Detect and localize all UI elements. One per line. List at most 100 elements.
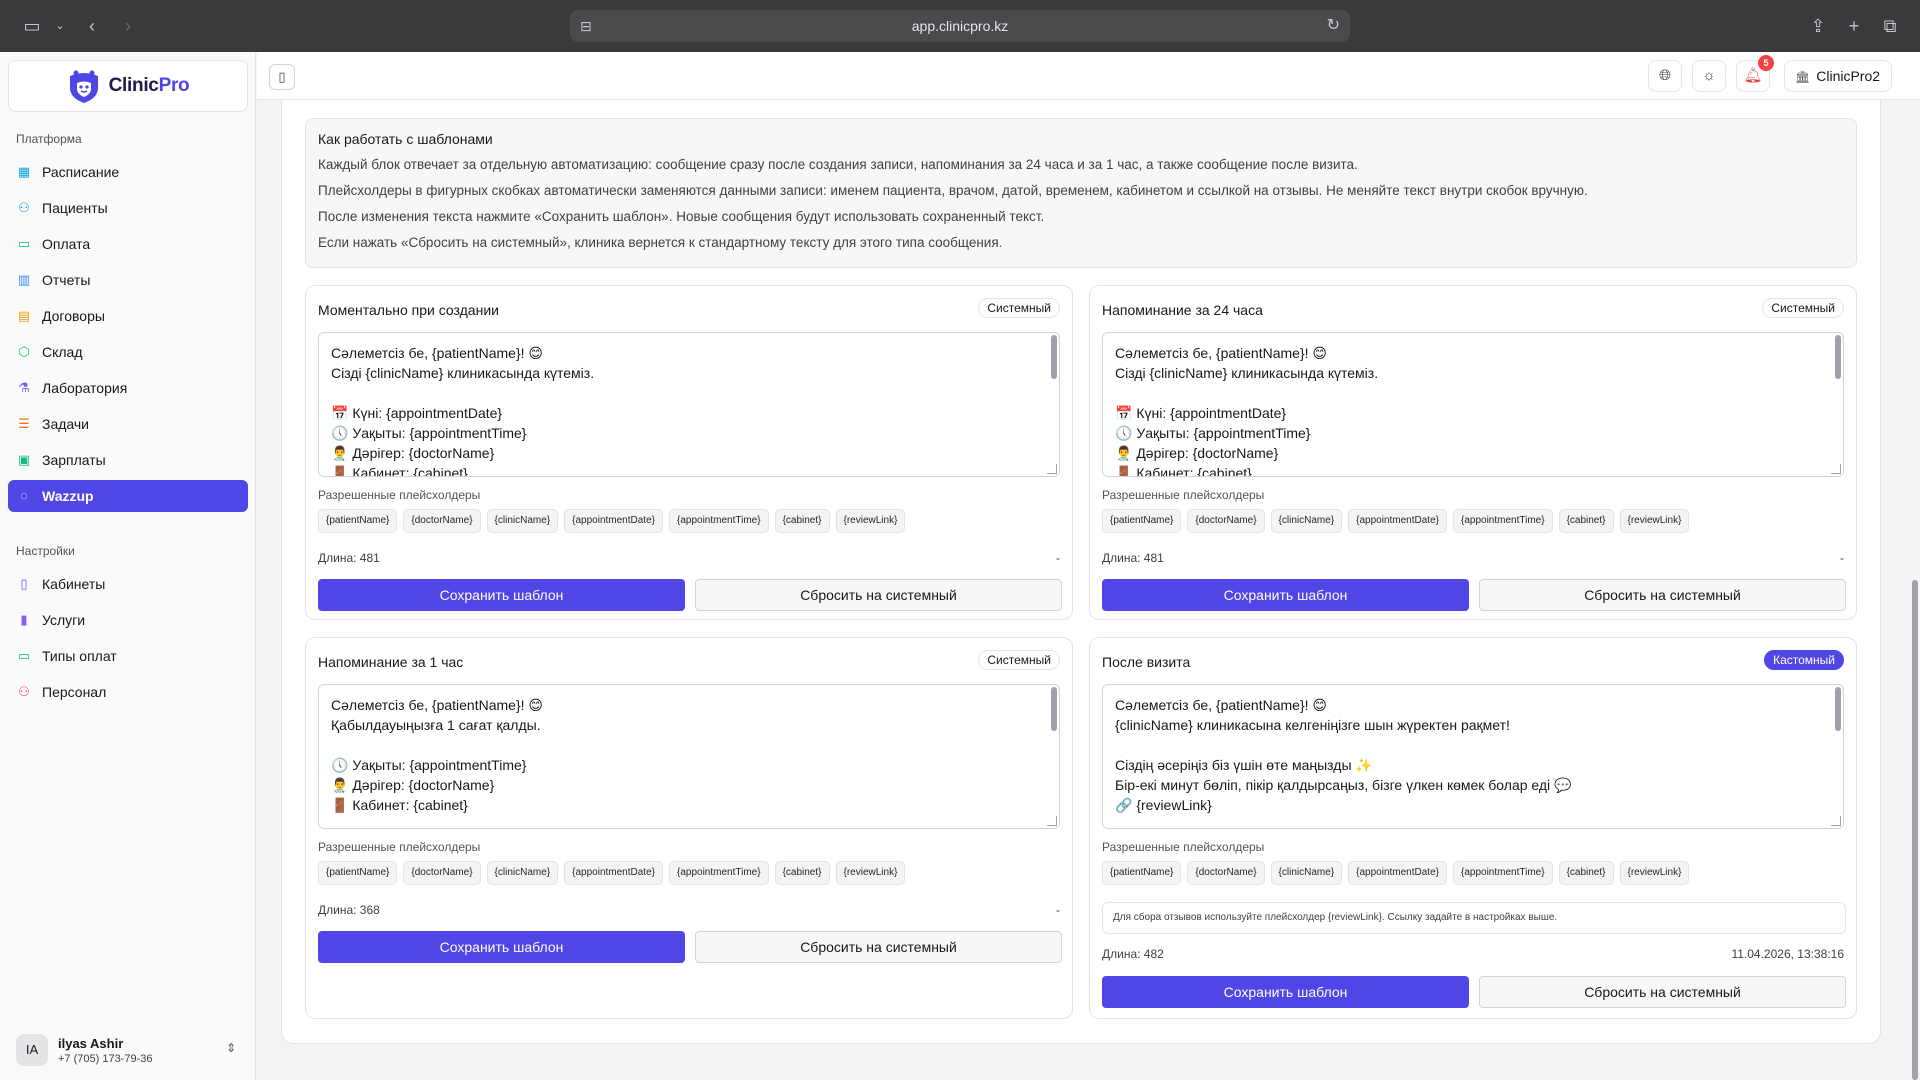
textarea-scrollbar[interactable] [1835, 687, 1841, 731]
textarea-scrollbar[interactable] [1835, 335, 1841, 379]
sun-icon: ☼ [1702, 67, 1716, 84]
template-length: Длина: 481 [1102, 551, 1164, 565]
textarea-scrollbar[interactable] [1051, 687, 1057, 731]
placeholder-chip[interactable]: {appointmentTime} [1452, 861, 1553, 885]
textarea-scrollbar[interactable] [1051, 335, 1057, 379]
resize-handle[interactable] [1047, 816, 1057, 826]
sidebar-item-map[interactable]: ▯ Кабинеты [8, 568, 248, 600]
page-scrollbar[interactable] [1912, 580, 1918, 1080]
placeholder-chip[interactable]: {cabinet} [1558, 861, 1614, 885]
help-line: Если нажать «Сбросить на системный», кли… [318, 235, 1003, 250]
placeholder-chip[interactable]: {patientName} [318, 861, 398, 885]
template-textarea[interactable]: Сәлеметсіз бе, {patientName}! 😊 Сізді {c… [318, 332, 1060, 477]
staff-icon: ⚇ [18, 684, 30, 699]
sidebar-collapse-button[interactable]: ▯ [269, 64, 295, 90]
sidebar-item-document[interactable]: ▤ Договоры [8, 300, 248, 332]
placeholder-chip[interactable]: {cabinet} [1558, 509, 1614, 533]
map-icon: ▯ [20, 576, 28, 591]
new-tab-icon[interactable]: + [1842, 14, 1866, 38]
placeholder-chip[interactable]: {clinicName} [1270, 509, 1343, 533]
placeholder-chip[interactable]: {appointmentDate} [564, 509, 663, 533]
user-menu[interactable]: IA ilyas Ashir +7 (705) 173-79-36 ⇕ [8, 1027, 248, 1073]
template-text: Сәлеметсіз бе, {patientName}! 😊 Қабылдау… [331, 697, 544, 813]
placeholder-chip[interactable]: {doctorName} [1187, 861, 1265, 885]
status-badge: Системный [1762, 298, 1844, 318]
placeholder-chip[interactable]: {appointmentTime} [668, 509, 769, 533]
resize-handle[interactable] [1831, 464, 1841, 474]
sidebar-item-label: Расписание [42, 164, 120, 180]
reload-icon[interactable]: ↻ [1327, 10, 1340, 42]
placeholder-chip[interactable]: {appointmentTime} [1452, 509, 1553, 533]
placeholder-chip[interactable]: {patientName} [1102, 509, 1182, 533]
sidebar-toggle-icon[interactable]: ▭ [20, 14, 44, 38]
sidebar-item-bar-chart[interactable]: ▥ Отчеты [8, 264, 248, 296]
template-title: Напоминание за 24 часа [1102, 302, 1263, 318]
box-icon: ⬡ [18, 344, 30, 359]
sidebar-item-whatsapp[interactable]: ◌ Wazzup [8, 480, 248, 512]
forward-icon[interactable]: › [116, 14, 140, 38]
placeholder-chip[interactable]: {reviewLink} [1619, 509, 1690, 533]
save-template-button[interactable]: Сохранить шаблон [1102, 976, 1469, 1008]
tabs-overview-icon[interactable]: ⧉ [1878, 14, 1902, 38]
status-badge: Кастомный [1764, 650, 1844, 670]
save-template-button[interactable]: Сохранить шаблон [1102, 579, 1469, 611]
sidebar-item-wallet[interactable]: ▭ Типы оплат [8, 640, 248, 672]
placeholder-chip[interactable]: {cabinet} [774, 509, 830, 533]
template-textarea[interactable]: Сәлеметсіз бе, {patientName}! 😊 Сізді {c… [1102, 332, 1844, 477]
sidebar-item-calendar[interactable]: ▦ Расписание [8, 156, 248, 188]
resize-handle[interactable] [1047, 464, 1057, 474]
reset-to-system-button[interactable]: Сбросить на системный [1479, 976, 1846, 1008]
placeholder-chip[interactable]: {reviewLink} [835, 509, 906, 533]
placeholder-chip[interactable]: {reviewLink} [835, 861, 906, 885]
logo[interactable]: ClinicPro [8, 60, 248, 112]
template-textarea[interactable]: Сәлеметсіз бе, {patientName}! 😊 Қабылдау… [318, 684, 1060, 829]
address-bar[interactable]: ⊟ app.clinicpro.kz ↻ [570, 10, 1350, 42]
sidebar-item-credit-card[interactable]: ▭ Оплата [8, 228, 248, 260]
placeholder-chip[interactable]: {reviewLink} [1619, 861, 1690, 885]
tasks-icon: ☰ [18, 416, 30, 431]
placeholders-label: Разрешенные плейсхолдеры [1102, 488, 1265, 502]
site-settings-icon[interactable]: ⊟ [580, 10, 592, 42]
template-card: Моментально при создании Системный Сәлемет… [305, 285, 1073, 620]
placeholder-chip[interactable]: {doctorName} [1187, 509, 1265, 533]
clinic-switcher[interactable]: 🏛︎ ClinicPro2 [1784, 60, 1892, 92]
chevron-down-icon[interactable]: ⌄ [48, 14, 72, 38]
save-template-button[interactable]: Сохранить шаблон [318, 579, 685, 611]
sidebar-item-tasks[interactable]: ☰ Задачи [8, 408, 248, 440]
placeholder-chip[interactable]: {appointmentDate} [1348, 509, 1447, 533]
share-icon[interactable]: ⇪ [1806, 14, 1830, 38]
template-textarea[interactable]: Сәлеметсіз бе, {patientName}! 😊 {clinicN… [1102, 684, 1844, 829]
placeholder-chip[interactable]: {appointmentDate} [564, 861, 663, 885]
sidebar-item-users[interactable]: ⚇ Пациенты [8, 192, 248, 224]
sidebar: ClinicPro Платформа ▦ Расписание ⚇ Пациенты… [0, 52, 256, 1080]
placeholder-chip[interactable]: {patientName} [1102, 861, 1182, 885]
placeholder-chip[interactable]: {clinicName} [486, 509, 559, 533]
sidebar-item-book[interactable]: ▮ Услуги [8, 604, 248, 636]
sidebar-item-label: Задачи [42, 416, 90, 432]
reset-to-system-button[interactable]: Сбросить на системный [1479, 579, 1846, 611]
reset-to-system-button[interactable]: Сбросить на системный [695, 579, 1062, 611]
sidebar-item-money[interactable]: ▣ Зарплаты [8, 444, 248, 476]
sidebar-item-box[interactable]: ⬡ Склад [8, 336, 248, 368]
theme-toggle-button[interactable]: ☼ [1692, 60, 1726, 92]
placeholder-chip[interactable]: {clinicName} [486, 861, 559, 885]
sidebar-item-label: Услуги [42, 612, 86, 628]
back-icon[interactable]: ‹ [80, 14, 104, 38]
reset-to-system-button[interactable]: Сбросить на системный [695, 931, 1062, 963]
resize-handle[interactable] [1831, 816, 1841, 826]
help-title: Как работать с шаблонами [318, 131, 493, 147]
language-button[interactable]: 🌐︎ [1648, 60, 1682, 92]
placeholder-chip[interactable]: {cabinet} [774, 861, 830, 885]
placeholder-chip[interactable]: {doctorName} [403, 861, 481, 885]
placeholder-chip[interactable]: {clinicName} [1270, 861, 1343, 885]
review-link-note: Для сбора отзывов используйте плейсхолде… [1102, 902, 1846, 934]
save-template-button[interactable]: Сохранить шаблон [318, 931, 685, 963]
sidebar-item-staff[interactable]: ⚇ Персонал [8, 676, 248, 708]
url-text: app.clinicpro.kz [911, 18, 1009, 34]
placeholder-chip[interactable]: {appointmentDate} [1348, 861, 1447, 885]
placeholder-chip[interactable]: {doctorName} [403, 509, 481, 533]
placeholder-chip[interactable]: {patientName} [318, 509, 398, 533]
sidebar-item-flask[interactable]: ⚗ Лаборатория [8, 372, 248, 404]
notifications-button[interactable]: 🔔︎ 5 [1736, 55, 1774, 92]
placeholder-chip[interactable]: {appointmentTime} [668, 861, 769, 885]
